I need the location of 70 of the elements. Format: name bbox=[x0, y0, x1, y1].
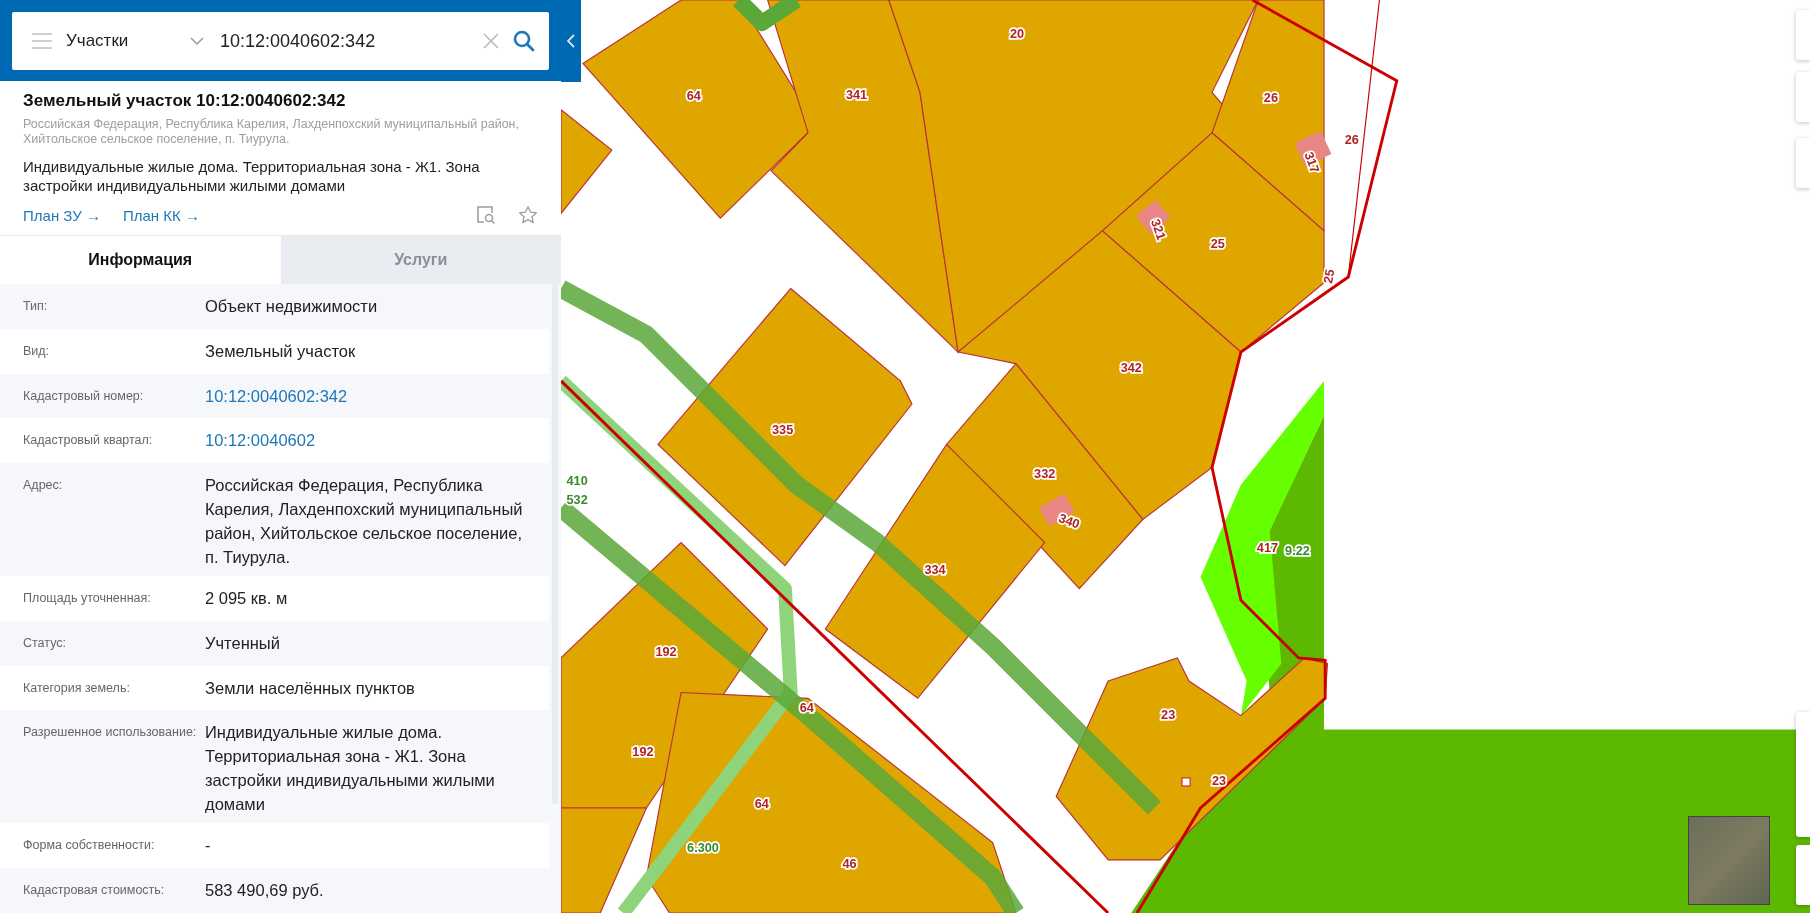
parcel-number: 64 bbox=[754, 796, 769, 811]
field-label: Категория земель: bbox=[23, 679, 131, 697]
field-label: Площадь уточненная: bbox=[23, 590, 152, 608]
map-control-button[interactable] bbox=[1796, 138, 1810, 188]
parcel-number: 321 bbox=[1147, 217, 1169, 242]
menu-icon[interactable] bbox=[32, 33, 52, 49]
field-value: 2 095 кв. м bbox=[205, 588, 289, 609]
parcel-number: 26 bbox=[1344, 133, 1359, 148]
parcel-number: 532 bbox=[566, 493, 588, 508]
field-label: Вид: bbox=[23, 342, 51, 360]
parcel-number: 20 bbox=[1009, 27, 1025, 42]
category-select[interactable]: Участки bbox=[66, 31, 176, 51]
field-label: Адрес: bbox=[23, 477, 64, 495]
parcel-number: 6.300 bbox=[687, 840, 719, 855]
collapse-panel-button[interactable] bbox=[561, 0, 581, 82]
search-field[interactable]: Участки 10:12:0040602:342 bbox=[12, 12, 549, 70]
document-search-icon[interactable] bbox=[476, 205, 496, 225]
chevron-down-icon[interactable] bbox=[190, 37, 204, 45]
plan-link[interactable]: План КК → bbox=[122, 206, 200, 224]
parcel-number: 335 bbox=[772, 423, 794, 437]
cadastral-map[interactable]: 64 341 20 26 26 317 321 25 25 342 335 332 340 334 417 9.22 410 532 192 192 64 64 46 23 23 6.300 bbox=[561, 0, 1810, 913]
field-label: Форма собственности: bbox=[23, 837, 156, 855]
parcel-number: 46 bbox=[842, 857, 857, 871]
field-label: Кадастровый номер: bbox=[23, 387, 145, 405]
parcel-number: 26 bbox=[1263, 90, 1278, 105]
close-icon[interactable] bbox=[483, 33, 499, 49]
parcel-number: 64 bbox=[686, 89, 701, 104]
field-label: Статус: bbox=[23, 634, 67, 652]
parcel-number: 64 bbox=[799, 701, 814, 716]
parcel-number: 342 bbox=[1120, 360, 1142, 375]
parcel-number: 25 bbox=[1210, 237, 1225, 252]
parcel-number: 340 bbox=[1056, 511, 1082, 532]
field-value: Объект недвижимости bbox=[205, 296, 379, 317]
basemap-thumbnail[interactable] bbox=[1688, 816, 1770, 905]
parcel-number: 317 bbox=[1301, 150, 1322, 175]
field-value: Учтенный bbox=[205, 632, 281, 654]
field-link[interactable]: 10:12:0040602:342 bbox=[205, 383, 537, 407]
field-value: - bbox=[205, 835, 212, 857]
field-value: Земельный участок bbox=[205, 340, 357, 362]
field-label: Кадастровая стоимость: bbox=[23, 882, 166, 900]
search-icon[interactable] bbox=[513, 30, 535, 52]
parcel-number: 192 bbox=[655, 644, 677, 659]
parcel-number: 192 bbox=[632, 745, 654, 759]
parcel-number: 23 bbox=[1211, 773, 1227, 788]
parcel-number: 23 bbox=[1161, 708, 1176, 723]
field-value: Земли населённых пунктов bbox=[205, 677, 416, 699]
map-control-button[interactable] bbox=[1796, 72, 1810, 122]
map-control-button[interactable] bbox=[1796, 845, 1810, 905]
parcel-number: 9.22 bbox=[1285, 544, 1310, 559]
star-icon[interactable] bbox=[518, 205, 538, 225]
parcel-number: 25 bbox=[1321, 268, 1338, 285]
field-value: Индивидуальные жилые дома. Территориальная зона - Ж1. Зона застройки индивидуальными жилыми домами bbox=[205, 722, 496, 812]
field-link[interactable]: 10:12:0040602 bbox=[205, 428, 537, 452]
field-label: Разрешенное использование: bbox=[23, 724, 198, 742]
field-label: Кадастровый квартал: bbox=[23, 432, 154, 450]
field-value: 583 490,69 руб. bbox=[205, 880, 325, 901]
plan-link[interactable]: План ЗУ → bbox=[23, 206, 101, 224]
parcel-title: Земельный участок 10:12:0040602:342 bbox=[23, 91, 347, 111]
parcel-number: 334 bbox=[924, 562, 946, 577]
chevron-left-icon bbox=[567, 34, 575, 48]
zoom-control[interactable] bbox=[1796, 712, 1810, 837]
parcel-number: 341 bbox=[845, 88, 868, 103]
parcel-number: 332 bbox=[1034, 466, 1056, 481]
parcel-number: 417 bbox=[1256, 540, 1279, 555]
parcel-address: Российская Федерация, Республика Карелия, Лахденпохский муниципальный район, Хийтольское сельское поселение, п. Тиурула. bbox=[23, 117, 520, 147]
map-control-button[interactable] bbox=[1796, 10, 1810, 60]
parcel-number: 410 bbox=[566, 473, 588, 488]
field-label: Тип: bbox=[23, 298, 49, 315]
field-value: Российская Федерация, Республика Карелия, Лахденпохский муниципальный район, Хийтольское сельское поселение, п. Тиурула. bbox=[205, 475, 524, 565]
parcel-description: Индивидуальные жилые дома. Территориальная зона - Ж1. Зона застройки индивидуальными жилыми домами bbox=[23, 157, 481, 195]
